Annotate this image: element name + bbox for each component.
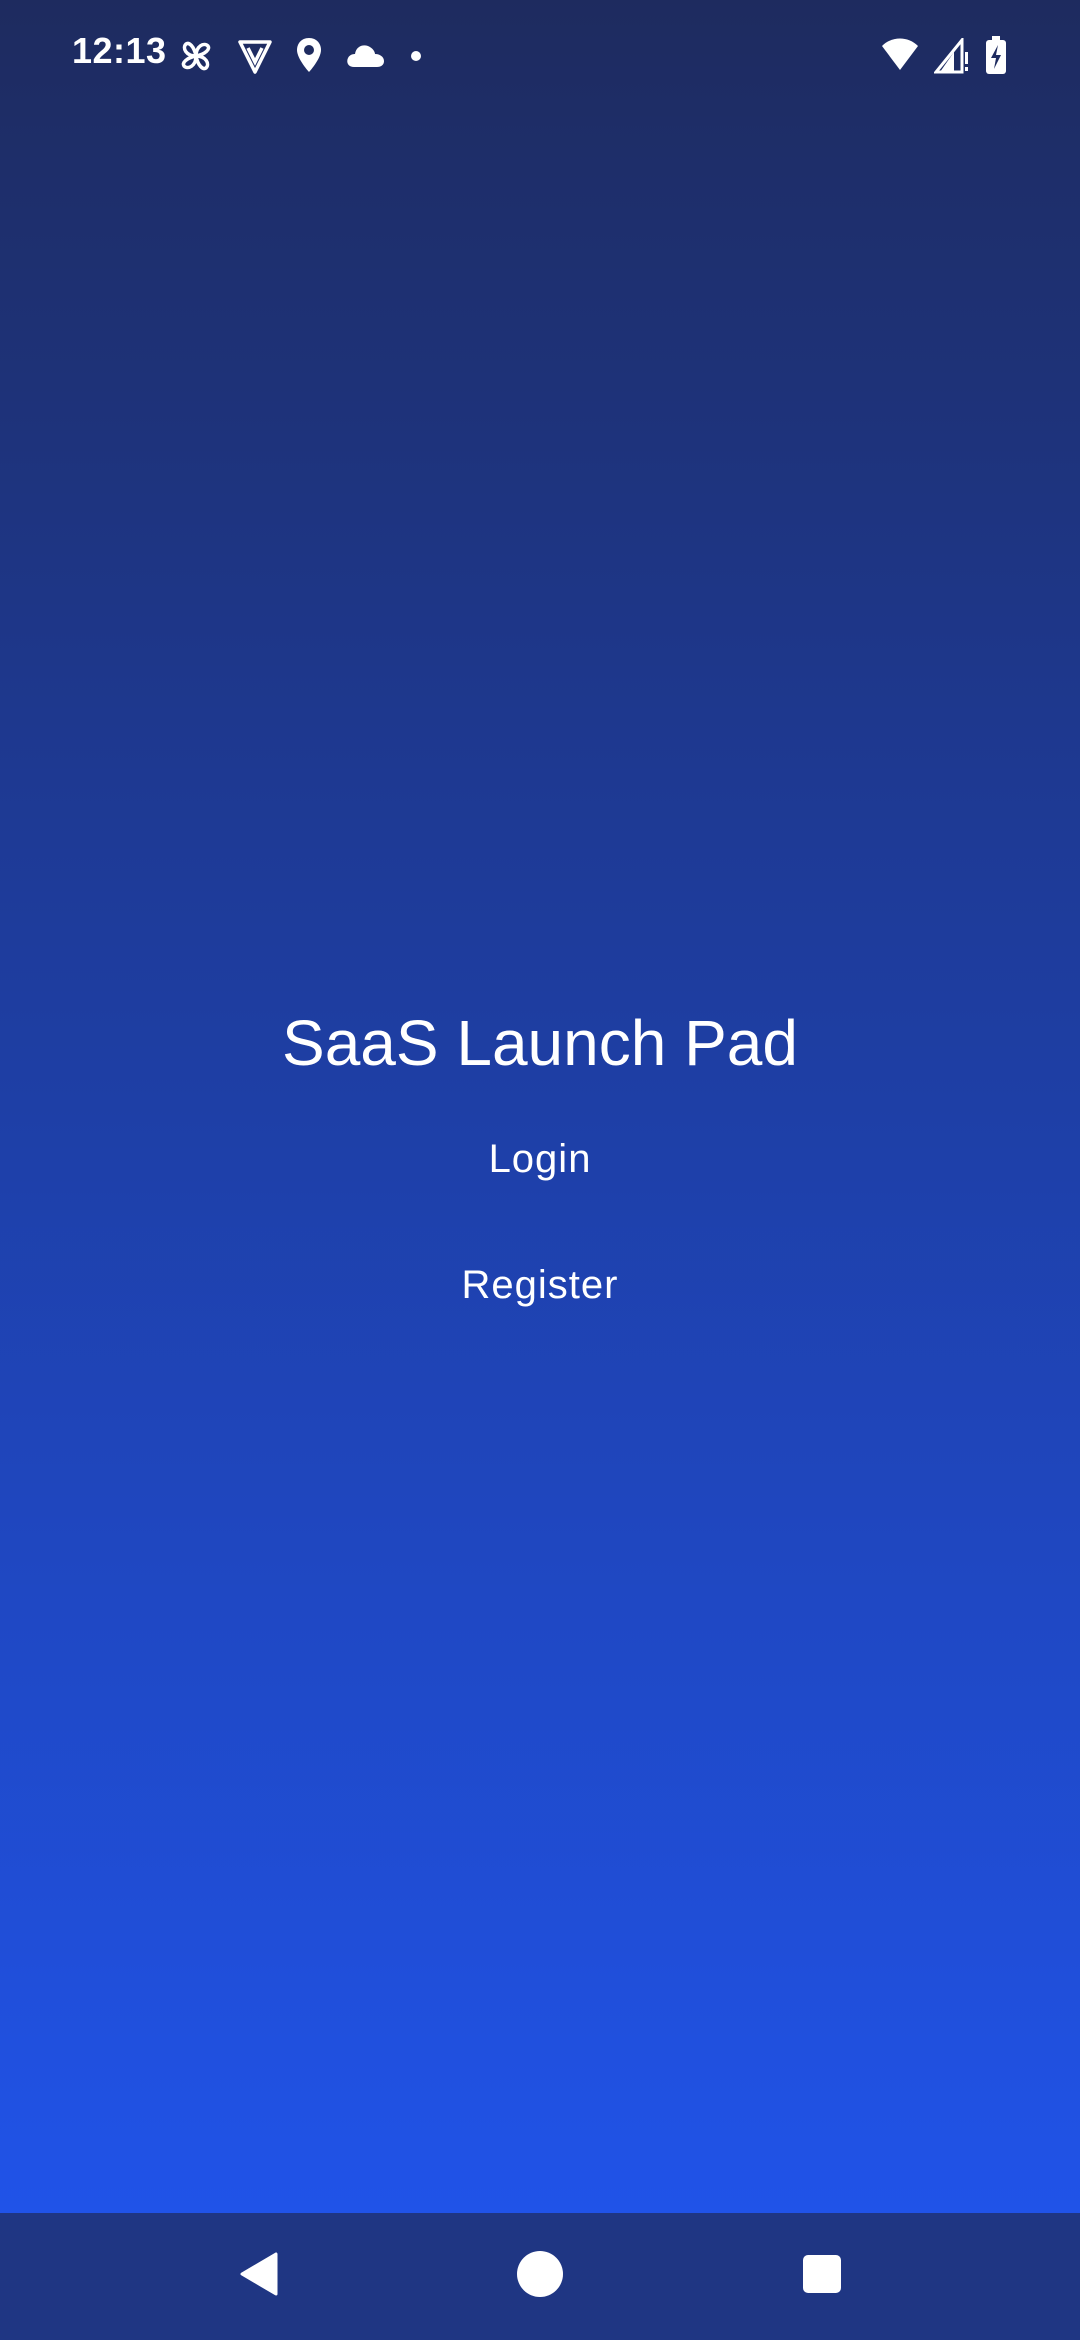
login-button[interactable]: Login xyxy=(390,1114,690,1204)
home-icon xyxy=(515,2249,565,2304)
status-time: 12:13 xyxy=(72,30,167,71)
location-pin-icon xyxy=(294,36,324,76)
cellular-signal-icon xyxy=(934,38,970,74)
notification-icons xyxy=(176,34,426,78)
back-button[interactable] xyxy=(198,2213,318,2340)
dot-icon xyxy=(406,46,426,66)
pinwheel-icon xyxy=(176,36,216,76)
home-button[interactable] xyxy=(480,2213,600,2340)
battery-charging-icon xyxy=(984,36,1008,76)
system-icons xyxy=(880,34,1008,78)
status-bar: 12:13 xyxy=(0,0,1080,110)
navigation-bar xyxy=(0,2213,1080,2340)
recents-button[interactable] xyxy=(762,2213,882,2340)
wifi-icon xyxy=(880,38,920,74)
app-title: SaaS Launch Pad xyxy=(282,1007,798,1079)
recents-icon xyxy=(801,2253,843,2300)
back-icon xyxy=(236,2250,280,2303)
register-button[interactable]: Register xyxy=(390,1240,690,1330)
shield-v-icon xyxy=(236,36,274,76)
launch-screen: 12:13 SaaS Launch Pad Login Register xyxy=(0,0,1080,2213)
cloud-icon xyxy=(344,41,386,71)
